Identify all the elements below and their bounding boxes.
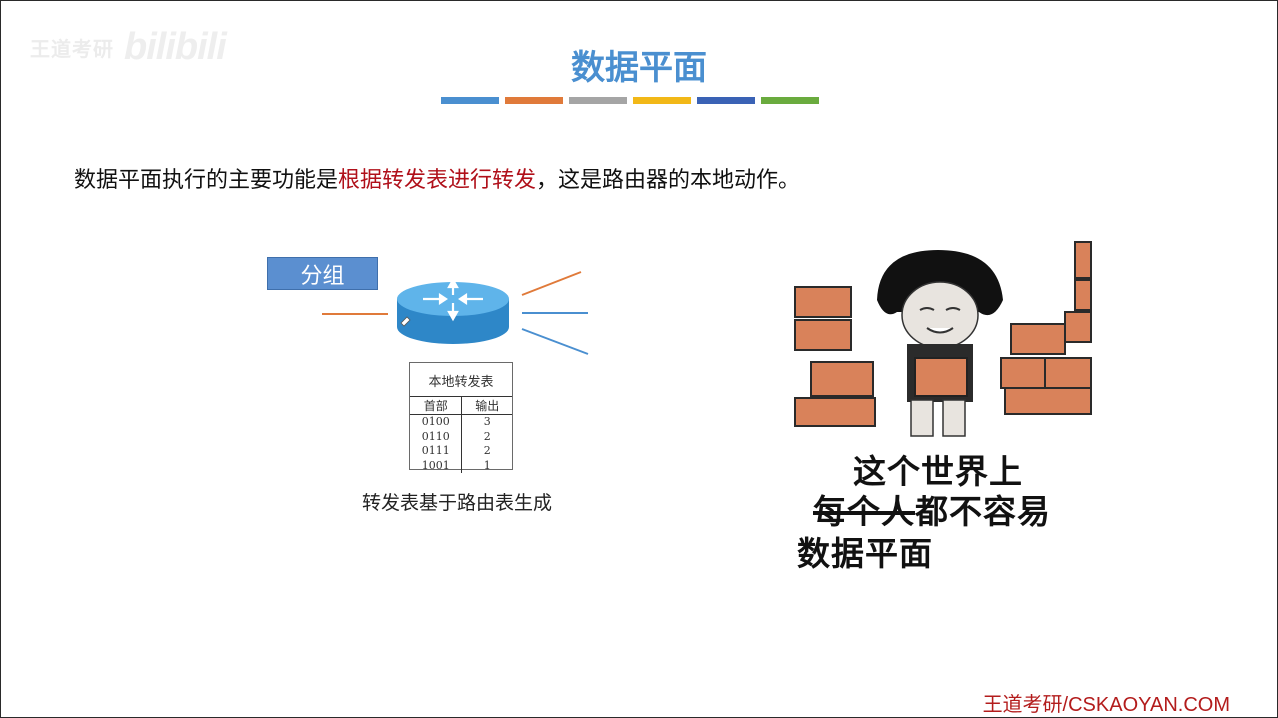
header-cell: 输出 [475,399,500,413]
output-link-3 [521,328,589,355]
main-text-prefix: 数据平面执行的主要功能是 [74,168,339,193]
stripe [569,97,627,104]
output-link-1 [521,271,582,296]
table-row: 0110 2 [410,429,512,444]
footer-brand: 王道考研/CSKAOYAN.COM [982,694,1230,716]
forwarding-table-header: 首部 输出 [410,396,512,415]
meme-illustration [794,241,1092,437]
stripe [505,97,563,104]
table-cell: 1 [483,458,491,472]
meme-image: 这个世界上 每个人都不容易 数据平面 [793,240,1093,573]
meme-line-2-strike: 每个人 [813,492,915,531]
router-diagram [322,271,589,355]
stripe [441,97,499,104]
forwarding-table-caption: 转发表基于路由表生成 [362,492,553,514]
slide-title: 数据平面 [571,48,707,88]
title-underline-stripes [441,97,819,104]
table-row: 0100 3 [410,415,512,430]
meme-character [877,250,1003,437]
table-cell: 1001 [410,458,463,473]
table-cell: 0110 [410,429,463,444]
table-cell: 2 [483,429,491,443]
router-icon [397,277,509,344]
table-cell: 0100 [410,415,463,430]
forwarding-table-title: 本地转发表 [428,375,494,390]
stripe [633,97,691,104]
stripe [697,97,755,104]
table-cell: 3 [483,415,491,428]
meme-line-2: 每个人都不容易 [813,485,1051,533]
stripe [761,97,819,104]
table-cell: 0111 [410,444,463,459]
table-cell: 2 [483,444,491,457]
table-row: 1001 1 [410,458,512,473]
main-text-suffix: ，这是路由器的本地动作。 [536,168,801,193]
table-row: 0111 2 [410,444,512,459]
main-text-highlight: 根据转发表进行转发 [338,168,537,193]
meme-line-3: 数据平面 [797,534,933,573]
meme-line-2-rest: 都不容易 [915,492,1051,531]
header-cell: 首部 [410,397,463,414]
forwarding-table: 本地转发表 首部 输出 0100 3 0110 2 0111 2 1001 1 [409,362,513,473]
main-statement: 数据平面执行的主要功能是根据转发表进行转发，这是路由器的本地动作。 [74,162,800,194]
